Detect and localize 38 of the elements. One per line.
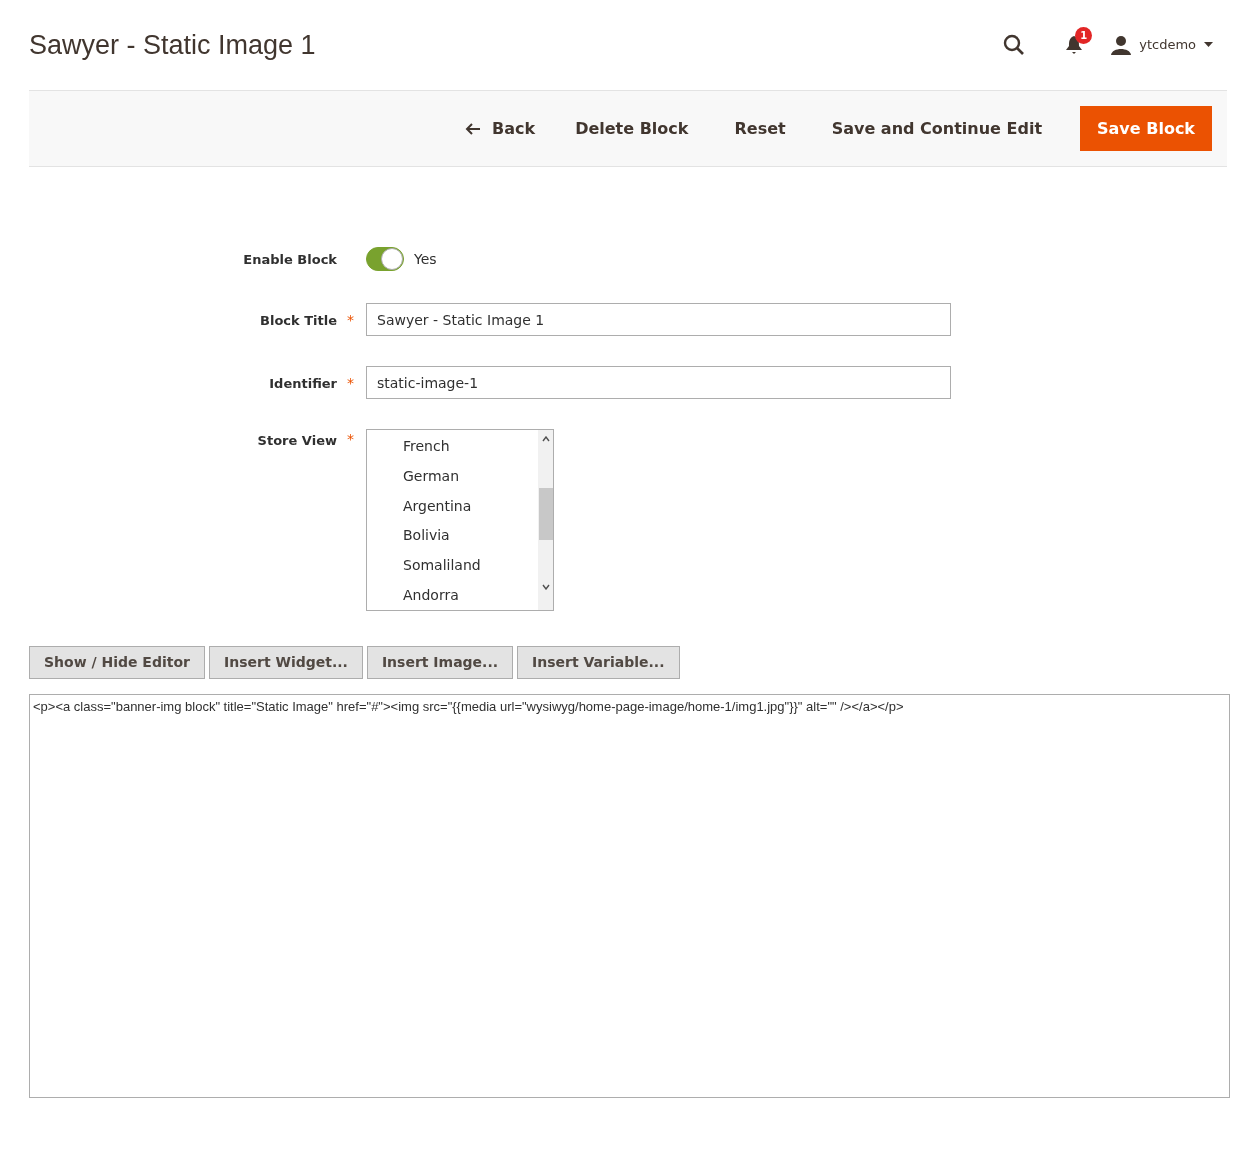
back-button[interactable]: Back	[449, 106, 552, 151]
store-view-option[interactable]: Somaliland	[403, 550, 538, 581]
scrollbar[interactable]	[538, 430, 553, 610]
action-button[interactable]: Save and Continue Edit	[809, 106, 1065, 151]
store-view-option[interactable]: German	[403, 461, 538, 492]
required-mark: *	[347, 430, 354, 449]
field-label: Store View	[257, 432, 337, 450]
identifier-field[interactable]: static-image-1	[366, 366, 951, 399]
store-view-option[interactable]: Bolivia	[403, 521, 538, 551]
user-icon	[1111, 35, 1132, 55]
field-label: Identifier	[269, 374, 337, 393]
field-label: Block Title	[260, 311, 337, 330]
chevron-down-icon[interactable]	[541, 584, 550, 590]
content-editor[interactable]: <p><a class="banner-img block" title="Static Image" href="#"><img src="{{media url="wysiwyg/home-page-image/home-1/img1.jpg"}}" alt="" /></a></p>	[29, 694, 1230, 1098]
editor-button[interactable]: Show / Hide Editor	[29, 646, 205, 679]
caret-icon	[1204, 42, 1213, 48]
editor-button[interactable]: Insert Widget...	[208, 646, 363, 679]
toggle-switch[interactable]	[366, 247, 404, 271]
required-mark: *	[347, 373, 354, 393]
save-block-button[interactable]: Save Block	[1080, 106, 1212, 151]
action-button[interactable]: Delete Block	[553, 106, 711, 151]
chevron-up-icon[interactable]	[541, 436, 550, 442]
block-title-field[interactable]: Sawyer - Static Image 1	[366, 303, 951, 336]
editor-button[interactable]: Insert Image...	[366, 646, 514, 679]
arrow-left-icon	[465, 122, 480, 135]
editor-button[interactable]: Insert Variable...	[517, 646, 680, 679]
toggle-value: Yes	[414, 249, 437, 269]
required-mark: *	[347, 310, 354, 330]
action-button[interactable]: Reset	[712, 106, 808, 151]
search-icon[interactable]	[1003, 34, 1026, 56]
store-view-option[interactable]: Argentina	[403, 491, 538, 521]
notification-badge: 1	[1075, 27, 1093, 44]
user-menu[interactable]: ytcdemo	[1111, 35, 1213, 55]
store-view-list[interactable]: French German Argentina Bolivia Somaliland Andorra	[366, 429, 554, 611]
field-label: Enable Block	[243, 251, 337, 270]
store-view-option[interactable]: French	[403, 432, 538, 462]
page-title: Sawyer - Static Image 1	[29, 28, 317, 62]
store-view-option[interactable]: Andorra	[403, 580, 538, 611]
